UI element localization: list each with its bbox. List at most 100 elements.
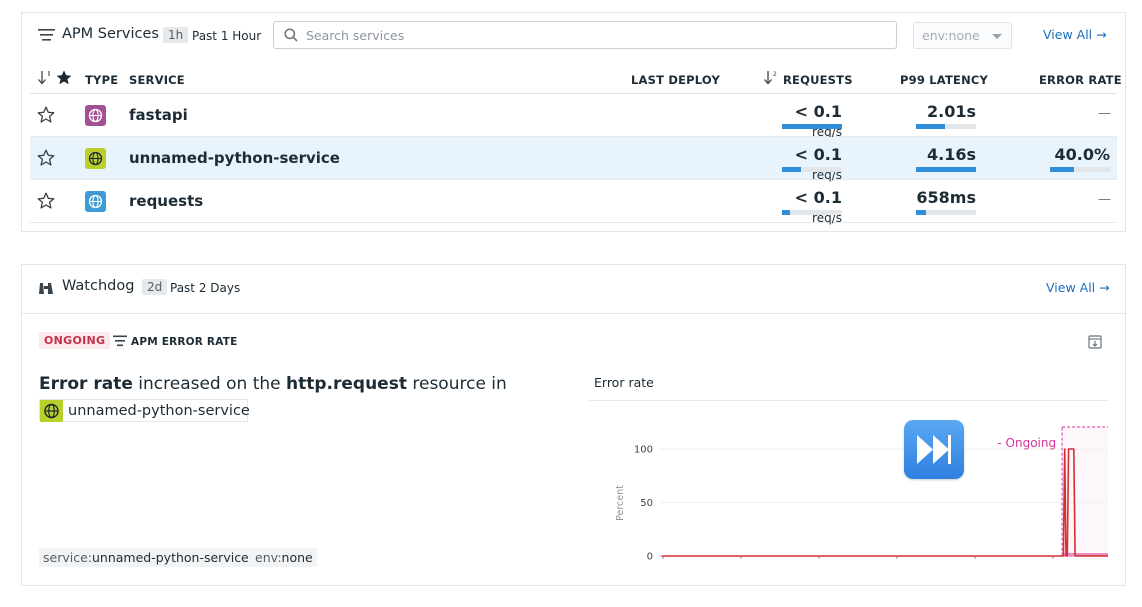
tag-value: unnamed-python-service xyxy=(92,550,249,565)
latency-bar xyxy=(916,210,976,215)
apm-view-all-link[interactable]: View All → xyxy=(1043,27,1107,42)
requests-number: 0.1 xyxy=(813,102,842,121)
time-range-badge: 1h xyxy=(163,27,189,43)
error-rate-empty: — xyxy=(1098,106,1111,121)
error-rate-bar xyxy=(1050,167,1110,172)
service-name-link[interactable]: requests xyxy=(129,192,203,210)
tag-key: env: xyxy=(255,550,282,565)
apm-services-title: APM Services xyxy=(62,26,159,42)
watchdog-panel: Watchdog 2d Past 2 Days View All → ONGOI… xyxy=(21,264,1126,586)
requests-prefix: < xyxy=(794,145,814,164)
error-rate-empty: — xyxy=(1098,192,1111,207)
latency-value: 2.01s xyxy=(927,102,976,121)
tag-service[interactable]: service:unnamed-python-service xyxy=(39,548,253,567)
globe-icon xyxy=(85,105,106,126)
watchdog-header: Watchdog 2d Past 2 Days View All → xyxy=(22,265,1125,311)
table-row[interactable]: unnamed-python-service < 0.1 req/s 4.16s 40… xyxy=(30,137,1117,183)
story-headline: Error rate increased on the http.request… xyxy=(39,374,507,394)
status-badge: ONGOING xyxy=(39,332,111,349)
env-select-value: env:none xyxy=(922,28,980,43)
headline-text: increased on the xyxy=(132,374,287,394)
column-header-type: TYPE xyxy=(85,73,119,87)
headline-text-end: resource in xyxy=(406,374,507,394)
requests-bar xyxy=(782,167,842,172)
requests-bar xyxy=(782,124,842,129)
column-header-last-deploy[interactable]: LAST DEPLOY xyxy=(631,73,720,87)
latency-bar xyxy=(916,167,976,172)
table-row[interactable]: requests < 0.1 req/s 658ms — xyxy=(30,180,1117,226)
star-filled-icon[interactable] xyxy=(56,70,72,85)
apm-services-panel: APM Services 1h Past 1 Hour env:none Vie… xyxy=(21,12,1126,232)
requests-value: < 0.1 req/s xyxy=(766,145,842,183)
star-outline-icon[interactable] xyxy=(37,192,55,210)
chevron-down-icon xyxy=(992,34,1002,39)
column-header-error-rate[interactable]: ERROR RATE xyxy=(1039,73,1122,87)
ongoing-region xyxy=(1061,426,1108,557)
star-outline-icon[interactable] xyxy=(37,149,55,167)
sort-desc-icon: 2 xyxy=(764,71,777,85)
y-tick-label: 100 xyxy=(634,445,653,456)
env-select[interactable]: env:none xyxy=(913,22,1012,49)
list-filter-icon xyxy=(113,335,127,347)
list-filter-icon xyxy=(38,29,55,41)
latency-value: 658ms xyxy=(916,188,976,207)
service-name-link[interactable]: fastapi xyxy=(129,106,188,124)
svg-text:2: 2 xyxy=(773,71,777,78)
service-chip-label: unnamed-python-service xyxy=(68,403,250,419)
chart-title: Error rate xyxy=(594,375,654,390)
tag-value: none xyxy=(281,550,313,565)
time-range-label: Past 1 Hour xyxy=(192,29,262,43)
y-tick-label: 0 xyxy=(647,552,653,562)
requests-value: < 0.1 req/s xyxy=(766,102,842,140)
column-header-service[interactable]: SERVICE xyxy=(129,73,185,87)
latency-bar xyxy=(916,124,976,129)
watchdog-view-all-link[interactable]: View All → xyxy=(1046,280,1110,295)
tag-env[interactable]: env:none xyxy=(251,548,317,567)
requests-prefix: < xyxy=(794,102,814,121)
column-header-requests[interactable]: REQUESTS xyxy=(783,73,853,87)
watchdog-range-label: Past 2 Days xyxy=(170,281,241,295)
tag-key: service: xyxy=(43,550,92,565)
watchdog-story-card[interactable]: ONGOING APM ERROR RATE Error rate increa… xyxy=(22,313,1125,585)
headline-metric: Error rate xyxy=(39,374,133,394)
error-rate-bar-fill xyxy=(1050,167,1074,172)
globe-icon xyxy=(85,191,106,212)
latency-bar-fill xyxy=(916,210,926,215)
table-row[interactable]: fastapi < 0.1 req/s 2.01s — xyxy=(30,94,1117,140)
archive-icon[interactable] xyxy=(1088,335,1102,349)
requests-bar xyxy=(782,210,842,215)
sort-icon[interactable] xyxy=(37,70,55,86)
requests-number: 0.1 xyxy=(813,145,842,164)
watchdog-title: Watchdog xyxy=(62,278,135,294)
error-rate-chart[interactable]: 050100Percent13:0014:0015:0016:0017:0018… xyxy=(589,401,1108,561)
fast-forward-icon xyxy=(917,435,951,464)
fast-forward-button[interactable] xyxy=(904,420,964,479)
binoculars-icon xyxy=(39,283,53,294)
y-axis-label: Percent xyxy=(615,485,626,521)
requests-bar-fill xyxy=(782,210,790,215)
error-rate-value: 40.0% xyxy=(1054,145,1110,164)
requests-number: 0.1 xyxy=(813,188,842,207)
requests-bar-fill xyxy=(782,167,802,172)
requests-bar-fill xyxy=(782,124,842,129)
service-chip[interactable]: unnamed-python-service xyxy=(39,399,250,422)
search-services xyxy=(273,21,897,49)
headline-resource: http.request xyxy=(286,374,407,394)
search-icon xyxy=(284,28,298,42)
service-name-link[interactable]: unnamed-python-service xyxy=(129,149,340,167)
globe-icon xyxy=(40,400,63,422)
ongoing-annotation: - Ongoing xyxy=(997,436,1056,450)
y-tick-label: 50 xyxy=(640,498,653,509)
latency-value: 4.16s xyxy=(927,145,976,164)
requests-value: < 0.1 req/s xyxy=(766,188,842,226)
requests-prefix: < xyxy=(794,188,814,207)
watchdog-range-badge: 2d xyxy=(142,279,168,295)
search-input[interactable] xyxy=(306,25,886,45)
star-outline-icon[interactable] xyxy=(37,106,55,124)
globe-icon xyxy=(85,148,106,169)
apm-services-header: APM Services 1h Past 1 Hour env:none Vie… xyxy=(22,13,1125,59)
latency-bar-fill xyxy=(916,124,945,129)
story-category: APM ERROR RATE xyxy=(131,336,238,348)
latency-bar-fill xyxy=(916,167,976,172)
column-header-p99-latency[interactable]: P99 LATENCY xyxy=(900,73,988,87)
